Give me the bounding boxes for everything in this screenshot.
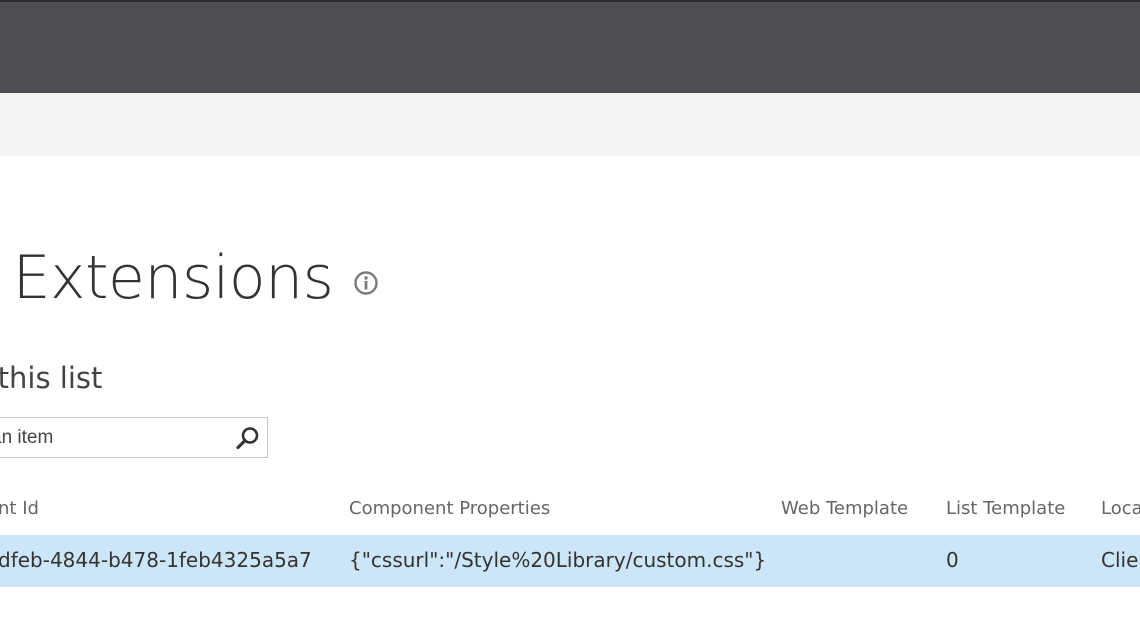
info-icon[interactable] [353, 270, 379, 296]
ribbon-bar [0, 93, 1140, 156]
column-header-location[interactable]: Loca [1101, 498, 1140, 519]
column-header-web-template[interactable]: Web Template [781, 498, 908, 519]
search-box [0, 417, 268, 458]
cell-list-template: 0 [946, 548, 959, 572]
cell-component-properties: {"cssurl":"/Style%20Library/custom.css"} [349, 548, 767, 572]
column-header-list-template[interactable]: List Template [946, 498, 1065, 519]
edit-list-text: this list [0, 361, 103, 395]
cell-location: Clie [1101, 548, 1139, 572]
suite-bar [0, 0, 1140, 93]
table-header: nt Id Component Properties Web Template … [0, 494, 1140, 526]
edit-list-line: it this list [0, 358, 102, 398]
table-row[interactable]: dfeb-4844-b478-1feb4325a5a7 {"cssurl":"/… [0, 535, 1140, 587]
page-title-row: de Extensions [0, 238, 379, 318]
page-title: de Extensions [0, 243, 334, 313]
search-icon[interactable] [235, 425, 261, 451]
search-input[interactable] [0, 418, 221, 457]
column-header-component-id[interactable]: nt Id [0, 498, 39, 519]
page-root: de Extensions it this list nt Id Compone… [0, 0, 1140, 641]
column-header-component-properties[interactable]: Component Properties [349, 498, 550, 519]
cell-component-id: dfeb-4844-b478-1feb4325a5a7 [0, 548, 312, 572]
